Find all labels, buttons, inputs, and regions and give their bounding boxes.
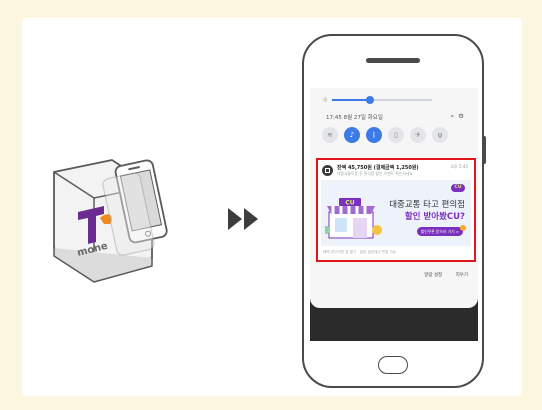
ad-coin-icon xyxy=(460,225,466,231)
notification-footer: 혜택 받으려면 앱 열기 · 알림 설정에서 변경 가능 xyxy=(323,250,397,254)
store-sign-text: CU xyxy=(345,200,354,207)
ad-headline-2: 할인 받아봤CU? xyxy=(405,210,465,222)
wifi-icon[interactable]: ≋ xyxy=(322,127,338,143)
home-button[interactable] xyxy=(378,356,408,374)
side-button xyxy=(482,136,486,164)
ad-highlight-text: 할인 받아봤CU? xyxy=(404,212,465,222)
double-arrow-icon xyxy=(226,204,266,234)
status-time-date: 17:45 8월 27일 화요일 xyxy=(326,115,383,121)
flashlight-icon[interactable]: ψ xyxy=(432,127,448,143)
tmoney-reader-illustration: mone xyxy=(34,150,194,290)
highlighted-notification[interactable]: 잔액 45,750원 (결제금액 1,250원) 오후 5:45 대중교통이용 … xyxy=(316,158,476,262)
notification-panel: ☼ 17:45 8월 27일 화요일 ⌕⚙ ≋ ♪ ᛒ ▯ ✈ ψ 잔액 45,… xyxy=(310,88,478,308)
panel-actions: 알림 설정 지우기 xyxy=(412,272,468,278)
brightness-icon: ☼ xyxy=(322,96,329,104)
ad-headline-1: 대중교통 타고 편의점 xyxy=(389,200,465,210)
notification-subtitle: 대중교통이용 후 편의점 할인 이벤트 확인하세요 xyxy=(337,171,413,176)
brightness-fill xyxy=(332,99,370,101)
clear-button[interactable]: 지우기 xyxy=(456,273,468,278)
settings-gear-icon[interactable]: ⚙ xyxy=(458,112,468,120)
notification-settings-button[interactable]: 알림 설정 xyxy=(424,273,442,278)
speaker-grille xyxy=(366,58,420,63)
notification-time: 오후 5:45 xyxy=(450,164,468,169)
notification-title: 잔액 45,750원 (결제금액 1,250원) xyxy=(337,165,419,171)
ad-coupon-button[interactable]: 할인쿠폰 받으러 가기 > xyxy=(416,227,463,236)
reader-graphic: mone xyxy=(53,159,168,283)
smartphone-mockup: ☼ 17:45 8월 27일 화요일 ⌕⚙ ≋ ♪ ᛒ ▯ ✈ ψ 잔액 45,… xyxy=(302,34,486,388)
phone-screen: ☼ 17:45 8월 27일 화요일 ⌕⚙ ≋ ♪ ᛒ ▯ ✈ ψ 잔액 45,… xyxy=(310,88,478,341)
bluetooth-icon[interactable]: ᛒ xyxy=(366,127,382,143)
app-icon xyxy=(322,165,333,176)
brightness-knob[interactable] xyxy=(366,96,374,104)
sound-icon[interactable]: ♪ xyxy=(344,127,360,143)
airplane-mode-icon[interactable]: ✈ xyxy=(410,127,426,143)
cu-logo-badge: CU xyxy=(451,184,465,192)
cu-ad-banner[interactable]: CU CU 대중교통 타고 편의점 할인 받아봤CU? 할인쿠폰 받으러 가기 … xyxy=(321,180,471,246)
screen-rotate-icon[interactable]: ▯ xyxy=(388,127,404,143)
brightness-slider[interactable] xyxy=(332,96,432,104)
convenience-store-icon: CU xyxy=(325,198,382,239)
quick-settings-row: ≋ ♪ ᛒ ▯ ✈ ψ xyxy=(322,127,472,145)
